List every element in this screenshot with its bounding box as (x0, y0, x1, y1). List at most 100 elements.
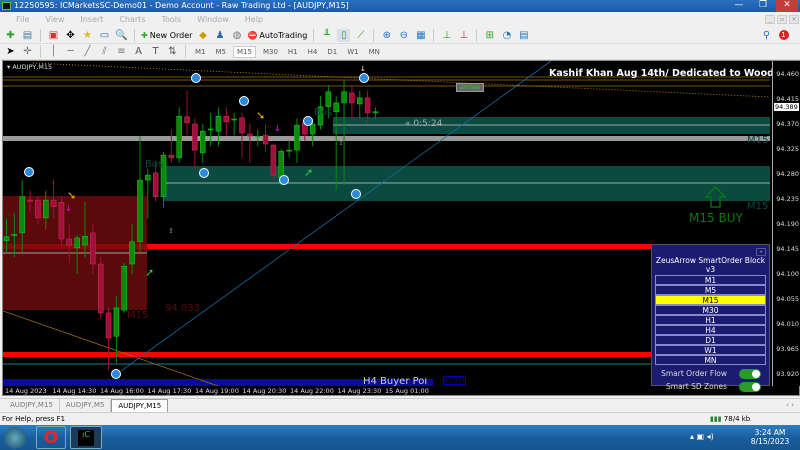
signals-icon[interactable]: ♟ (213, 29, 226, 42)
panel-timeframe-mn[interactable]: MN (655, 355, 766, 365)
new-chart-icon[interactable]: ✚ (4, 29, 17, 42)
tab-audjpy-m15-active[interactable]: AUDJPY,M15 (111, 399, 169, 412)
status-help-text: For Help, press F1 (2, 415, 66, 423)
chart-window[interactable]: ➘ ➘ ➚ ➚ ↓ ↓ ↓ ⇧ ⇧ ▾ AUDJPY,M15 Kashif Kh… (2, 60, 800, 396)
panel-minimize-button[interactable]: - (756, 248, 766, 256)
timeframe-h1[interactable]: H1 (285, 47, 301, 57)
close-button[interactable]: ✕ (776, 0, 798, 12)
price-tick: 94.415 (776, 95, 799, 103)
mdi-restore-button[interactable]: ▫ (777, 15, 787, 24)
auto-scroll-icon[interactable]: ⊥ (440, 29, 453, 42)
bos-label: Bos (314, 107, 333, 118)
timeframe-d1[interactable]: D1 (324, 47, 340, 57)
cursor-icon[interactable]: ➤ (4, 45, 17, 58)
candle-body (137, 179, 143, 243)
opera-taskbar-icon[interactable]: O (36, 426, 66, 449)
notifications-badge: 1 (778, 30, 789, 40)
taskbar: O ıC ▴ ▣ ◂) 3:24 AM 8/15/2023 (0, 425, 800, 450)
tile-windows-icon[interactable]: ▦ (414, 29, 427, 42)
clock[interactable]: 3:24 AM 8/15/2023 (745, 428, 795, 446)
candle-body (105, 312, 112, 339)
new-order-button[interactable]: ✚ New Order (141, 31, 192, 40)
window-title: 12250595: ICMarketsSC-Demo01 - Demo Acco… (14, 1, 349, 10)
timeframe-h4[interactable]: H4 (305, 47, 321, 57)
metatrader-taskbar-icon[interactable]: ıC (70, 426, 102, 449)
crosshair-icon[interactable]: ✛ (21, 45, 34, 58)
panel-timeframe-d1[interactable]: D1 (655, 335, 766, 345)
periods-icon[interactable]: ◔ (500, 29, 513, 42)
timeframe-mn[interactable]: MN (366, 47, 383, 57)
tray-icons[interactable]: ▴ ▣ ◂) (690, 432, 714, 441)
candle-body (50, 199, 57, 208)
mdi-minimize-button[interactable]: _ (765, 15, 775, 24)
market-icon[interactable]: ◍ (230, 29, 243, 42)
text-icon[interactable]: A (132, 45, 145, 58)
menu-insert[interactable]: Insert (80, 15, 103, 24)
search-icon[interactable]: ⚲ (760, 29, 773, 42)
candle-body (66, 238, 73, 246)
mdi-close-button[interactable]: × (789, 15, 799, 24)
maximize-button[interactable]: ❐ (752, 0, 774, 12)
smart-sd-zones-toggle[interactable] (739, 381, 761, 392)
smart-order-flow-toggle[interactable] (739, 368, 761, 379)
market-watch-icon[interactable]: ▣ (47, 29, 60, 42)
strategy-tester-icon[interactable]: 🔍 (115, 29, 128, 42)
data-window-icon[interactable]: ✥ (64, 29, 77, 42)
panel-timeframe-h1[interactable]: H1 (655, 315, 766, 325)
panel-timeframe-w1[interactable]: W1 (655, 345, 766, 355)
terminal-icon[interactable]: ▭ (98, 29, 111, 42)
timeframe-w1[interactable]: W1 (344, 47, 361, 57)
start-button[interactable] (4, 427, 26, 449)
channel-icon[interactable]: ⫽ (98, 45, 111, 58)
panel-timeframe-m1[interactable]: M1 (655, 275, 766, 285)
line-chart-icon[interactable]: ⟋ (354, 29, 367, 42)
templates-icon[interactable]: ▤ (517, 29, 530, 42)
arrows-icon[interactable]: ⇅ (166, 45, 179, 58)
menu-file[interactable]: File (16, 15, 29, 24)
panel-timeframe-m5[interactable]: M5 (655, 285, 766, 295)
text-label-icon[interactable]: T (149, 45, 162, 58)
zeusarrow-panel: - ZeusArrow SmartOrder Block v3 M1 M5 M15 M… (651, 244, 770, 392)
vertical-line-icon[interactable]: │ (47, 45, 60, 58)
notifications-icon[interactable]: 1 (777, 29, 790, 42)
navigator-icon[interactable]: ★ (81, 29, 94, 42)
menu-view[interactable]: View (45, 15, 64, 24)
chart-symbol-label[interactable]: ▾ AUDJPY,M15 (7, 63, 52, 71)
panel-timeframe-m30[interactable]: M30 (655, 305, 766, 315)
candlestick-icon[interactable]: ▯ (337, 28, 351, 42)
candle-body (349, 92, 355, 104)
tab-audjpy-m15[interactable]: AUDJPY,M15 (4, 399, 60, 412)
zoom-in-icon[interactable]: ⊕ (380, 29, 393, 42)
fibonacci-icon[interactable]: ≡ (115, 45, 128, 58)
timeframe-m15[interactable]: M15 (233, 45, 256, 58)
chart-shift-icon[interactable]: ⊥ (457, 29, 470, 42)
timeframe-m30[interactable]: M30 (260, 47, 281, 57)
timeframe-m1[interactable]: M1 (192, 47, 209, 57)
horizontal-line-icon[interactable]: ─ (64, 45, 77, 58)
menu-charts[interactable]: Charts (119, 15, 145, 24)
candles (3, 80, 379, 371)
tab-scroll-arrows[interactable]: ‹ › (780, 399, 800, 412)
autotrading-button[interactable]: ⛔ AutoTrading (247, 31, 307, 40)
panel-timeframe-h4[interactable]: H4 (655, 325, 766, 335)
minimize-button[interactable]: — (728, 0, 750, 12)
metaeditor-icon[interactable]: ◆ (196, 29, 209, 42)
menu-help[interactable]: Help (245, 15, 263, 24)
menu-window[interactable]: Window (197, 15, 229, 24)
candle-body (215, 115, 222, 132)
zoom-out-icon[interactable]: ⊖ (397, 29, 410, 42)
arrows-button[interactable]: arrows (456, 83, 485, 92)
menu-tools[interactable]: Tools (161, 15, 181, 24)
indicators-icon[interactable]: ⊞ (483, 29, 496, 42)
tab-audjpy-m5[interactable]: AUDJPY,M5 (60, 399, 112, 412)
candle-body (364, 97, 371, 114)
candle-body (192, 123, 198, 151)
bar-chart-icon[interactable]: ╨ (320, 29, 333, 42)
profiles-icon[interactable]: ▤ (21, 29, 34, 42)
candle-body (129, 241, 135, 265)
candle-body (270, 144, 277, 176)
trendline-icon[interactable]: ╱ (81, 45, 94, 58)
panel-timeframe-m15[interactable]: M15 (655, 295, 766, 305)
timeframe-m5[interactable]: M5 (213, 47, 230, 57)
swing-high-marker (303, 116, 313, 126)
